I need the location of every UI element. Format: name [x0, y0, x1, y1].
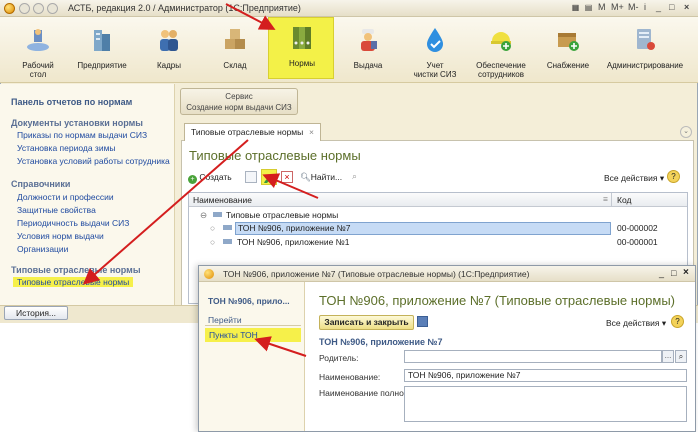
arrow-to-ton-points	[254, 336, 307, 357]
arrow-to-nav-item	[82, 139, 249, 285]
arrow-to-norms-section	[225, 3, 276, 30]
annotation-arrows	[82, 3, 319, 357]
arrow-to-edit-button	[262, 173, 319, 199]
